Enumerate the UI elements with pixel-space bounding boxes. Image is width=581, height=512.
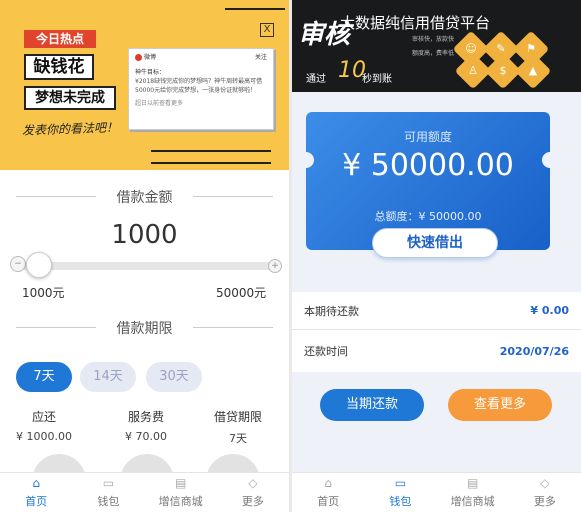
tab-store[interactable]: ▤ 增信商城	[145, 473, 217, 512]
loan-period-title: 借款期限	[0, 318, 289, 338]
tab-label: 钱包	[389, 495, 412, 508]
total-credit: 总额度：¥ 50000.00	[374, 210, 482, 223]
stat-repay-value: ¥ 1000.00	[16, 430, 72, 443]
header-banner: 审核 大数据纯信用借贷平台 审核快，放款快 额度高，费率低 通过 10 秒到账 …	[292, 0, 581, 92]
plus-icon[interactable]: +	[268, 259, 282, 273]
store-icon: ▤	[174, 476, 187, 490]
weibo-line-2: ¥2018缺钱完成你的梦想吗？神牛周转最高可借	[135, 78, 263, 85]
repay-amount-row: 本期待还款 ¥ 0.00	[292, 292, 581, 330]
store-icon: ▤	[466, 476, 479, 490]
bottom-tab-bar: ⌂ 首页 ▭ 钱包 ▤ 增信商城 ◇ 更多	[292, 472, 581, 512]
minus-icon[interactable]: −	[10, 256, 26, 272]
tab-home[interactable]: ⌂ 首页	[292, 473, 364, 512]
weibo-logo-icon	[135, 54, 142, 61]
chart-icon: ▲	[514, 52, 552, 90]
home-icon: ⌂	[324, 476, 332, 490]
tab-label: 更多	[533, 495, 556, 508]
tab-more[interactable]: ◇ 更多	[509, 473, 581, 512]
banner-decoration-top	[225, 8, 285, 16]
period-option-30[interactable]: 30天	[146, 362, 202, 392]
home-icon: ⌂	[32, 476, 40, 490]
repay-date-value: 2020/07/26	[499, 344, 569, 358]
close-icon[interactable]: X	[260, 23, 274, 37]
tab-label: 钱包	[97, 495, 120, 508]
tab-label: 首页	[25, 495, 48, 508]
available-credit-label: 可用额度	[403, 130, 452, 144]
pass-text: 通过	[306, 74, 326, 85]
weibo-line-3: 50000元给你完成梦想，一张身份证就够啦！	[135, 87, 257, 94]
loan-apply-screen: 今日热点 缺钱花 梦想未完成 发表你的看法吧！ X 微博 关注 神牛目标： ¥2…	[0, 0, 289, 512]
weibo-line-1: 神牛目标：	[135, 69, 166, 76]
tab-label: 增信商城	[450, 495, 495, 508]
repay-date-row: 还款时间 2020/07/26	[292, 332, 581, 370]
more-icon: ◇	[248, 476, 258, 490]
repay-date-label: 还款时间	[304, 345, 348, 358]
stat-fee-label: 服务费	[127, 410, 164, 424]
amount-max-label: 50000元	[216, 286, 267, 300]
tab-more[interactable]: ◇ 更多	[217, 473, 289, 512]
weibo-post-card[interactable]: 微博 关注 神牛目标： ¥2018缺钱完成你的梦想吗？神牛周转最高可借 5000…	[128, 48, 274, 130]
stat-term: 借贷期限 7天	[198, 408, 278, 446]
tab-label: 增信商城	[158, 495, 203, 508]
pass-unit: 秒到账	[362, 74, 392, 85]
tab-home[interactable]: ⌂ 首页	[0, 473, 72, 512]
loan-amount-value: 1000	[111, 220, 178, 250]
banner-decoration	[151, 150, 271, 164]
repay-amount-label: 本期待还款	[304, 304, 359, 318]
weibo-follow[interactable]: 关注	[255, 53, 267, 62]
repay-amount-value: ¥ 0.00	[530, 304, 569, 317]
stat-repay: 应还 ¥ 1000.00	[4, 408, 84, 443]
repay-current-button[interactable]: 当期还款	[320, 389, 424, 421]
repayment-info: 本期待还款 ¥ 0.00 还款时间 2020/07/26	[292, 292, 581, 372]
header-tagline-1: 审核快，放款快	[412, 36, 455, 43]
stat-repay-label: 应还	[31, 410, 56, 424]
stat-fee-value: ¥ 70.00	[125, 430, 167, 443]
app-root: 今日热点 缺钱花 梦想未完成 发表你的看法吧！ X 微博 关注 神牛目标： ¥2…	[0, 0, 581, 512]
bottom-tab-bar: ⌂ 首页 ▭ 钱包 ▤ 增信商城 ◇ 更多	[0, 472, 289, 512]
tab-wallet[interactable]: ▭ 钱包	[364, 473, 436, 512]
tab-wallet[interactable]: ▭ 钱包	[72, 473, 144, 512]
weibo-footer: 超日以前查看更多	[135, 100, 184, 107]
stat-term-value: 7天	[229, 432, 247, 445]
wallet-icon: ▭	[102, 476, 115, 490]
promo-banner[interactable]: 今日热点 缺钱花 梦想未完成 发表你的看法吧！ X 微博 关注 神牛目标： ¥2…	[0, 0, 289, 170]
tab-store[interactable]: ▤ 增信商城	[437, 473, 509, 512]
header-tagline-2: 额度高，费率低	[412, 50, 455, 57]
tab-label: 更多	[241, 495, 264, 508]
weibo-source: 微博	[144, 54, 157, 61]
banner-comment: 发表你的看法吧！	[21, 120, 119, 138]
amount-slider-handle[interactable]	[26, 252, 52, 278]
period-option-14[interactable]: 14天	[80, 362, 136, 392]
stat-fee: 服务费 ¥ 70.00	[106, 408, 186, 443]
banner-title-1: 缺钱花	[24, 54, 94, 80]
amount-slider-track[interactable]	[14, 262, 278, 270]
more-icon: ◇	[540, 476, 550, 490]
banner-title-2: 梦想未完成	[24, 86, 116, 110]
amount-min-label: 1000元	[22, 286, 65, 300]
stat-term-label: 借贷期限	[213, 410, 262, 424]
quick-borrow-button[interactable]: 快速借出	[372, 228, 498, 258]
period-option-7[interactable]: 7天	[16, 362, 72, 392]
hot-topic-tag: 今日热点	[24, 30, 96, 48]
view-more-button[interactable]: 查看更多	[448, 389, 552, 421]
loan-amount-title: 借款金额	[0, 187, 289, 207]
platform-title: 大数据纯信用借贷平台	[340, 14, 491, 32]
available-credit-amount: ¥ 50000.00	[342, 148, 514, 183]
wallet-icon: ▭	[394, 476, 407, 490]
tab-label: 首页	[317, 495, 340, 508]
wallet-screen: 审核 大数据纯信用借贷平台 审核快，放款快 额度高，费率低 通过 10 秒到账 …	[292, 0, 581, 512]
